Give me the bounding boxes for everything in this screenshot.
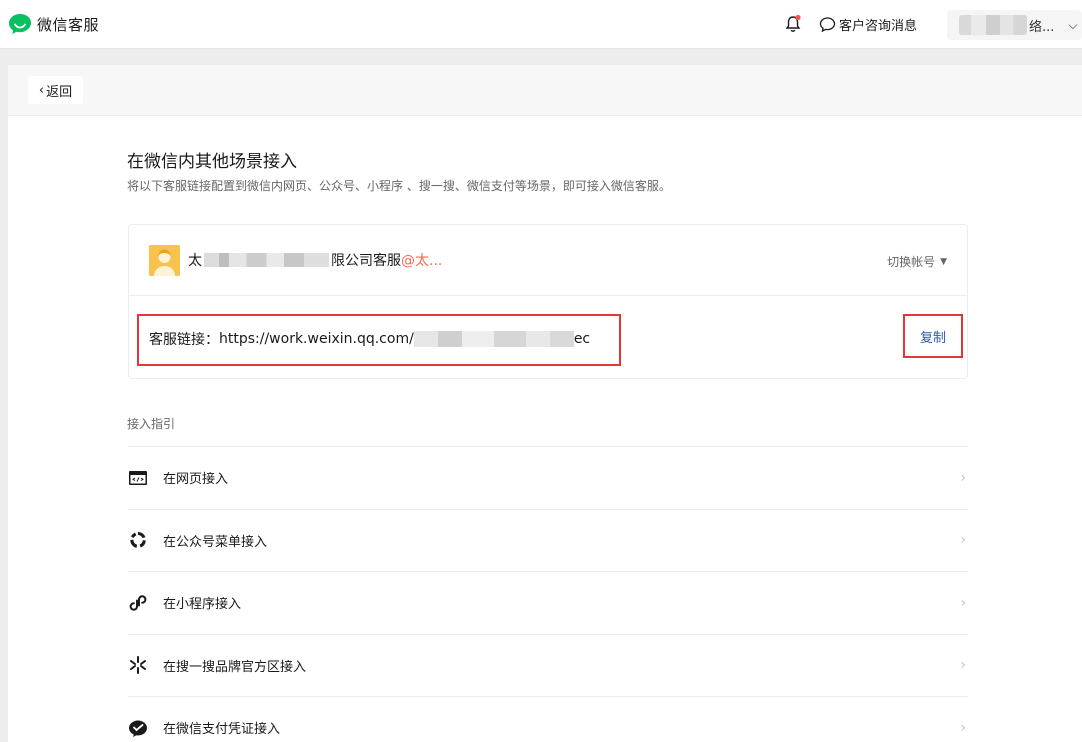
page-subtitle: 将以下客服链接配置到微信内网页、公众号、小程序 、搜一搜、微信支付等场景，即可接… — [127, 179, 671, 193]
top-bar: 微信客服 客户咨询消息 络... ⌵ — [0, 0, 1082, 49]
chevron-right-icon: › — [960, 469, 966, 486]
search-sparkle-icon — [130, 656, 146, 675]
guide-item-official-account[interactable]: 在公众号菜单接入 › — [128, 508, 968, 572]
switch-account-button[interactable]: 切换帐号 ▼ — [887, 253, 947, 270]
guide-item-wechat-pay[interactable]: 在微信支付凭证接入 › — [128, 696, 968, 742]
chevron-right-icon: › — [960, 594, 966, 611]
copy-highlight-box: 复制 — [903, 314, 963, 358]
webpage-icon — [129, 470, 147, 485]
chevron-right-icon: › — [960, 532, 966, 549]
switch-account-label: 切换帐号 — [887, 255, 936, 269]
mini-program-icon — [129, 595, 147, 611]
guide-item-search[interactable]: 在搜一搜品牌官方区接入 › — [128, 633, 968, 697]
guide-item-label: 在微信支付凭证接入 — [163, 722, 281, 738]
app-logo[interactable]: 微信客服 — [8, 13, 99, 35]
guide-item-webpage[interactable]: 在网页接入 › — [128, 446, 968, 509]
kf-name-prefix: 太 — [188, 253, 202, 269]
chat-bubble-icon — [819, 17, 836, 33]
official-account-icon — [130, 532, 146, 549]
avatar — [149, 245, 180, 276]
notification-bell-icon[interactable] — [783, 14, 803, 34]
kf-name-suffix: 限公司客服 — [331, 253, 401, 269]
chevron-right-icon: › — [960, 719, 966, 736]
link-url-start: https://work.weixin.qq.com/ — [219, 331, 414, 347]
copy-button[interactable]: 复制 — [920, 327, 946, 346]
wechat-service-logo-icon — [9, 14, 31, 34]
guide-item-label: 在网页接入 — [163, 472, 229, 488]
person-icon — [149, 245, 180, 276]
guide-item-label: 在搜一搜品牌官方区接入 — [163, 659, 307, 675]
back-label: 返回 — [46, 84, 73, 100]
service-link[interactable]: 客服链接： https://work.weixin.qq.com/ ec — [149, 329, 590, 349]
customer-consult-button[interactable]: 客户咨询消息 — [819, 15, 917, 34]
chevron-left-icon: ‹ — [38, 82, 45, 98]
panel-header: ‹ 返回 — [8, 65, 1082, 116]
consult-label: 客户咨询消息 — [839, 19, 918, 34]
guide-item-mini-program[interactable]: 在小程序接入 › — [128, 571, 968, 634]
guide-title: 接入指引 — [127, 417, 176, 431]
account-name: 络... — [1029, 19, 1055, 35]
app-name: 微信客服 — [37, 15, 100, 34]
link-label: 客服链接： — [149, 332, 219, 348]
wechat-pay-icon — [129, 720, 147, 737]
chevron-down-icon: ⌵ — [1068, 17, 1078, 32]
kf-name-redacted — [204, 253, 329, 267]
guide-item-label: 在公众号菜单接入 — [163, 534, 268, 550]
guide-item-label: 在小程序接入 — [163, 597, 242, 613]
service-link-card: 太 限公司客服 @太... 切换帐号 ▼ 客服链接： https://work.… — [128, 224, 968, 379]
account-row: 太 限公司客服 @太... 切换帐号 ▼ — [129, 225, 967, 296]
account-name-redacted — [959, 15, 1027, 35]
guide-list: 在网页接入 › 在公众号菜单接入 › 在小程序接入 › 在搜一搜品牌官方区接入 … — [128, 446, 968, 742]
account-switcher[interactable]: 络... ⌵ — [947, 10, 1082, 40]
link-url-redacted — [413, 331, 574, 347]
link-url-end: ec — [573, 331, 591, 347]
main-panel: ‹ 返回 在微信内其他场景接入 将以下客服链接配置到微信内网页、公众号、小程序 … — [8, 65, 1082, 742]
triangle-down-icon: ▼ — [940, 256, 947, 267]
service-account-name: 太 限公司客服 @太... — [188, 250, 442, 270]
page-title: 在微信内其他场景接入 — [127, 152, 297, 172]
back-button[interactable]: ‹ 返回 — [28, 76, 83, 104]
kf-corp-tag: @太... — [401, 253, 443, 269]
chevron-right-icon: › — [960, 657, 966, 674]
